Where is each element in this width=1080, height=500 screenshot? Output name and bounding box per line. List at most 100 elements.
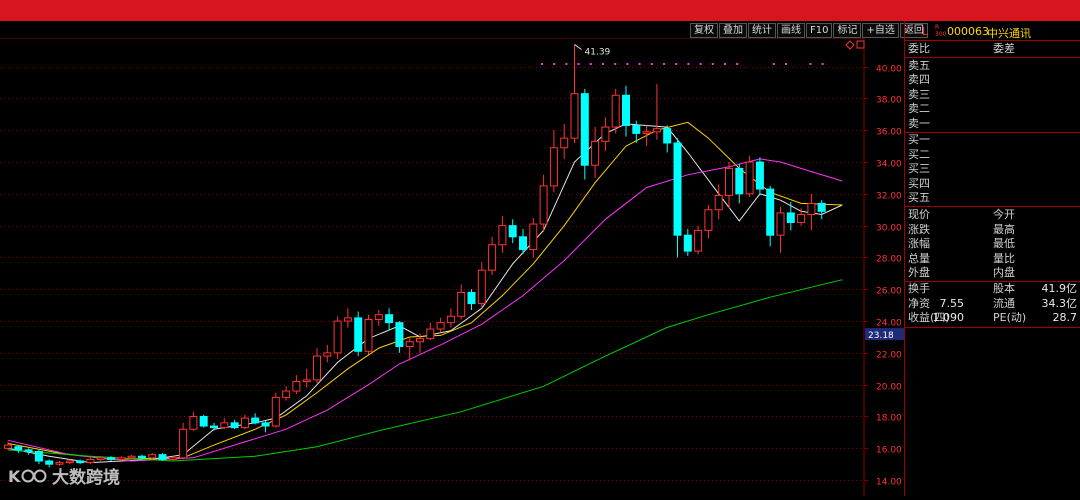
candle-body <box>251 417 260 424</box>
signal-marker-dot <box>687 63 690 65</box>
candle-body <box>704 209 713 231</box>
candle <box>694 225 703 255</box>
candle <box>498 216 507 253</box>
candle <box>271 392 280 428</box>
candle-body <box>96 457 105 460</box>
divider <box>905 132 1080 133</box>
buy3-label: 买三 <box>908 162 930 175</box>
candle-body <box>755 161 764 190</box>
y-tick-label: 24.00 <box>876 319 902 329</box>
signal-marker-dot <box>638 63 641 65</box>
candle-body <box>642 131 651 134</box>
candle-body <box>313 355 321 381</box>
signal-marker-dot <box>772 63 775 65</box>
divider <box>905 327 1080 328</box>
quote-panel: L R 300 000063 中兴通讯 委比 委差 卖五 卖四 卖三 卖二 卖一 … <box>904 21 1080 496</box>
moving-average-line-2 <box>7 121 843 460</box>
candle <box>683 228 692 256</box>
current-price-label: 现价 <box>908 208 930 221</box>
high-pointer <box>574 44 582 50</box>
pe-label: PE(动) <box>993 311 1027 324</box>
candle <box>652 84 661 140</box>
statistics-button[interactable]: 统计 <box>748 23 776 38</box>
candle-body <box>179 428 188 459</box>
candle-body <box>107 457 115 460</box>
candle-body <box>673 142 682 236</box>
signal-marker-dot <box>736 63 739 65</box>
buy5-label: 买五 <box>908 191 930 204</box>
candle-body <box>354 317 363 352</box>
y-tick-label: 26.00 <box>876 287 902 297</box>
candle-body <box>622 94 630 126</box>
low-label: 最低 <box>993 237 1015 250</box>
candle-body <box>529 223 538 251</box>
candle <box>251 413 260 425</box>
candle <box>24 448 33 455</box>
mark-button[interactable]: 标记 <box>833 23 862 38</box>
y-tick-label: 38.00 <box>876 96 902 106</box>
candle-body <box>292 381 301 392</box>
signal-marker-dot <box>699 63 702 65</box>
candle <box>179 422 188 460</box>
candle-body <box>117 457 126 460</box>
candle <box>539 174 548 233</box>
change-label: 涨跌 <box>908 223 930 236</box>
candle-body <box>776 212 785 236</box>
candle-body <box>271 396 280 427</box>
signal-marker-dot <box>565 63 568 65</box>
order-diff-label: 委差 <box>993 42 1015 55</box>
candle <box>745 155 754 198</box>
candle <box>477 262 486 307</box>
candle-body <box>457 291 466 317</box>
draw-line-button[interactable]: 画线 <box>777 23 805 38</box>
candle <box>354 311 363 357</box>
current-price-label: 23.18 <box>868 331 894 341</box>
candle <box>14 445 23 454</box>
y-tick-label: 28.00 <box>876 255 902 265</box>
share-capital-value: 41.9亿 <box>1041 282 1078 295</box>
candle-body <box>343 317 352 322</box>
candle-body <box>374 314 383 320</box>
candle-body <box>477 269 486 305</box>
candle <box>508 219 517 244</box>
buy4-label: 买四 <box>908 177 930 190</box>
svg-text:K: K <box>8 467 21 486</box>
overlay-button[interactable]: 叠加 <box>719 23 747 38</box>
candle-body <box>385 314 394 324</box>
change-pct-label: 涨幅 <box>908 237 930 250</box>
candle <box>323 344 332 363</box>
add-watchlist-button[interactable]: +自选 <box>862 23 899 38</box>
outer-vol-label: 外盘 <box>908 266 930 279</box>
float-shares-value: 34.3亿 <box>1041 297 1078 310</box>
candle-body <box>467 291 476 305</box>
y-tick-label: 20.00 <box>876 383 902 393</box>
title-bar <box>0 0 1080 21</box>
stock-header: L R 300 000063 中兴通讯 <box>905 22 1080 41</box>
candle <box>210 422 218 431</box>
restore-rights-button[interactable]: 复权 <box>690 23 718 38</box>
f10-button[interactable]: F10 <box>806 23 833 38</box>
candle-body <box>560 137 569 149</box>
open-label: 今开 <box>993 208 1015 221</box>
y-tick-label: 14.00 <box>876 478 902 488</box>
candle <box>199 414 208 428</box>
candle <box>560 123 569 159</box>
candle-body <box>725 167 733 196</box>
signal-marker-dot <box>589 63 592 65</box>
candle-body <box>498 225 507 246</box>
candle-body <box>34 450 43 462</box>
candle <box>766 185 775 247</box>
candle-body <box>261 422 270 427</box>
candle-body <box>611 94 620 128</box>
candle <box>343 308 352 328</box>
signal-marker-dot <box>553 63 556 65</box>
candle <box>622 85 630 137</box>
candle-body <box>199 415 208 427</box>
candle-body <box>601 126 610 142</box>
candle-body <box>652 128 661 133</box>
candle-body <box>519 236 527 251</box>
kline-chart-svg[interactable]: 40.00 38.00 36.00 34.00 32.00 30.00 28.00 26.00… <box>0 37 905 496</box>
candle-body <box>210 425 218 429</box>
kline-chart[interactable]: 40.00 38.00 36.00 34.00 32.00 30.00 28.00 26.00… <box>0 37 905 500</box>
stock-prefix: L <box>922 25 929 38</box>
